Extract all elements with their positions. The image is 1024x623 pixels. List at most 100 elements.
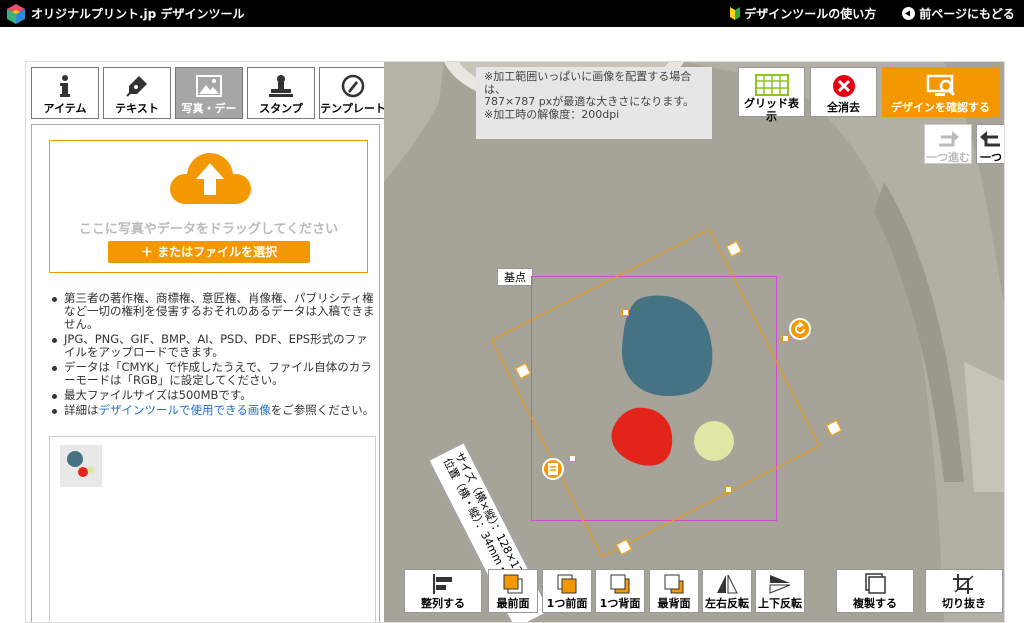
confirm-label: デザインを確認する (891, 101, 990, 114)
flip-vertical-button[interactable]: 上下反転 (755, 569, 805, 613)
app-logo-icon (7, 4, 25, 24)
resize-handle-small[interactable] (569, 455, 576, 462)
tab-stamp[interactable]: スタンプ (247, 67, 315, 119)
tab-template-label: テンプレート (320, 102, 386, 115)
tab-photo-label: 写真・デー (181, 102, 237, 115)
tab-photo[interactable]: 写真・デー (175, 67, 243, 119)
grid-icon (754, 74, 789, 96)
bring-forward-button[interactable]: 1つ前面 (542, 569, 592, 613)
upload-notes: 第三者の著作権、商標権、意匠権、肖像権、パブリシティ権など一切の権利を侵害するお… (52, 291, 376, 419)
align-icon (433, 574, 452, 594)
clear-all-button[interactable]: 全消去 (810, 67, 877, 117)
uploaded-images (49, 436, 376, 622)
stamp-icon (269, 75, 293, 97)
crop-button[interactable]: 切り抜き (925, 569, 1003, 613)
back-link-label: 前ページにもどる (919, 7, 1015, 21)
back-circle-icon (902, 7, 915, 20)
duplicate-label: 複製する (853, 597, 897, 610)
note-item: 詳細はデザインツールで使用できる画像をご参照ください。 (52, 403, 376, 417)
monitor-search-icon (926, 74, 955, 97)
confirm-design-button[interactable]: デザインを確認する (882, 67, 999, 117)
resize-handle-small[interactable] (622, 309, 629, 316)
photo-panel: ここに写真やデータをドラッグしてください ＋ またはファイルを選択 第三者の著作… (31, 124, 380, 622)
usable-images-link[interactable]: デザインツールで使用できる画像 (99, 403, 271, 417)
back-most-label: 最背面 (657, 597, 691, 610)
top-bar: オリジナルプリント.jp デザインツール デザインツールの使い方 前ページにもど… (0, 0, 1024, 27)
close-circle-icon (832, 75, 855, 97)
thumbnail-art-icon (67, 451, 95, 477)
bring-front-icon (503, 574, 523, 594)
drop-instruction: ここに写真やデータをドラッグしてください (78, 222, 339, 237)
tab-text-label: テキスト (115, 102, 159, 115)
note-prefix: 詳細は (64, 403, 99, 417)
redo-icon (939, 131, 959, 147)
info-line: 787×787 pxが最適な大きさになります。 (484, 95, 695, 108)
flip-vertical-icon (769, 575, 791, 594)
info-line: ※加工時の解像度：200dpi (484, 107, 620, 121)
help-link-label: デザインツールの使い方 (744, 7, 877, 21)
template-icon (341, 74, 365, 98)
undo-label: 一つ戻す (980, 151, 1002, 164)
base-point-text: 基点 (504, 271, 526, 284)
grid-label: グリッド表示 (744, 97, 799, 123)
rotate-handle[interactable] (789, 318, 811, 340)
send-back-icon (664, 574, 684, 594)
duplicate-button[interactable]: 複製する (836, 569, 914, 613)
send-backward-icon (610, 574, 630, 594)
front-one-label: 1つ前面 (546, 597, 588, 610)
crop-label: 切り抜き (942, 597, 986, 610)
undo-icon (980, 131, 1000, 147)
flip-v-label: 上下反転 (758, 597, 802, 610)
bring-forward-icon (557, 574, 577, 594)
cloud-upload-icon (170, 153, 251, 204)
grid-toggle-button[interactable]: グリッド表示 (738, 67, 805, 122)
align-label: 整列する (421, 597, 465, 610)
tab-template[interactable]: テンプレート (319, 67, 387, 119)
help-link[interactable]: デザインツールの使い方 (730, 5, 876, 22)
memo-icon (548, 463, 558, 475)
image-icon (196, 75, 222, 97)
flip-h-label: 左右反転 (705, 597, 749, 610)
tab-text[interactable]: テキスト (103, 67, 171, 119)
info-icon (60, 75, 70, 97)
redo-label: 一つ進む (926, 151, 970, 164)
design-canvas[interactable]: ※加工範囲いっぱいに画像を配置する場合は、 787×787 pxが最適な大きさに… (384, 62, 1004, 622)
tab-item-label: アイテム (43, 102, 87, 115)
note-suffix: をご参照ください。 (270, 403, 375, 417)
select-file-button[interactable]: ＋ またはファイルを選択 (108, 241, 310, 263)
resize-handle-small[interactable] (782, 335, 789, 342)
pen-icon (126, 76, 147, 97)
crop-icon (953, 574, 974, 594)
upload-dropzone[interactable]: ここに写真やデータをドラッグしてください ＋ またはファイルを選択 (49, 140, 368, 273)
send-to-back-button[interactable]: 最背面 (649, 569, 699, 613)
brand-title: オリジナルプリント.jp デザインツール (31, 7, 245, 21)
clear-label: 全消去 (827, 101, 860, 114)
bring-to-front-button[interactable]: 最前面 (488, 569, 538, 613)
align-button[interactable]: 整列する (404, 569, 482, 613)
duplicate-icon (865, 573, 886, 594)
rotate-icon (795, 321, 805, 334)
resize-handle-small[interactable] (725, 486, 732, 493)
send-backward-button[interactable]: 1つ背面 (595, 569, 645, 613)
info-line: ※加工範囲いっぱいに画像を配置する場合は、 (484, 70, 692, 96)
note-item: JPG、PNG、GIF、BMP、AI、PSD、PDF、EPS形式のファイルをアッ… (52, 333, 376, 359)
base-point-label: 基点 (497, 268, 533, 286)
undo-button[interactable]: 一つ戻す (976, 124, 1004, 164)
resolution-info: ※加工範囲いっぱいに画像を配置する場合は、 787×787 pxが最適な大きさに… (476, 67, 712, 139)
design-tool-area: アイテム テキスト 写真・デー スタンプ テンプレート ここに写真やデータをドラ… (25, 61, 1005, 623)
front-most-label: 最前面 (496, 597, 530, 610)
note-item: 第三者の著作権、商標権、意匠権、肖像権、パブリシティ権など一切の権利を侵害するお… (52, 291, 375, 331)
size-info-handle[interactable] (542, 458, 564, 480)
note-item: データは「CMYK」で作成したうえで、ファイル自体のカラーモードは「RGB」に設… (52, 361, 376, 387)
left-panel: アイテム テキスト 写真・デー スタンプ テンプレート ここに写真やデータをドラ… (26, 62, 387, 622)
flip-horizontal-icon (717, 574, 738, 594)
back-one-label: 1つ背面 (599, 597, 641, 610)
redo-button[interactable]: 一つ進む (924, 124, 972, 164)
placed-image[interactable] (534, 278, 777, 519)
flip-horizontal-button[interactable]: 左右反転 (702, 569, 752, 613)
back-link[interactable]: 前ページにもどる (902, 5, 1015, 22)
tab-stamp-label: スタンプ (259, 102, 303, 115)
tab-item[interactable]: アイテム (31, 67, 99, 119)
note-item: 最大ファイルサイズは500MBです。 (52, 389, 376, 402)
image-thumbnail[interactable] (60, 445, 102, 487)
